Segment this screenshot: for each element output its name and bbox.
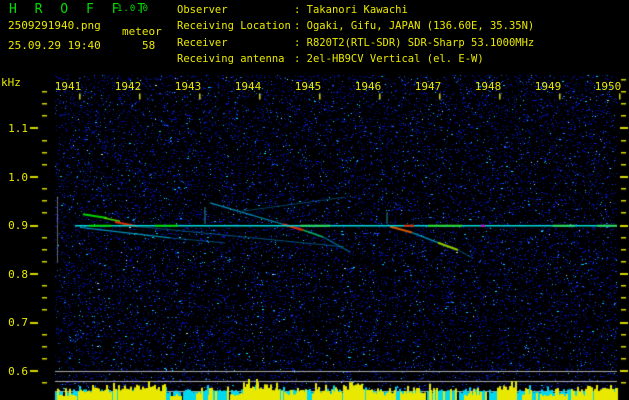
khz-unit-label: kHz <box>1 76 21 89</box>
echo-count: 58 <box>142 39 156 52</box>
time-axis-label: 1941 <box>54 80 82 93</box>
time-axis-label: 1945 <box>294 80 322 93</box>
freq-axis-label: 1.1 <box>8 122 28 135</box>
output-filename: 2509291940.png <box>8 19 101 32</box>
info-separator: : <box>294 20 307 33</box>
freq-axis-label: 0.7 <box>8 316 28 329</box>
mode-label: meteor <box>122 25 162 38</box>
time-axis-label: 1947 <box>414 80 442 93</box>
time-axis-label: 1949 <box>534 80 562 93</box>
info-label: Receiving Location <box>177 20 291 33</box>
info-separator: : <box>294 36 307 49</box>
hrofft-window: H R O F F T 1.0.0 2509291940.png meteor … <box>0 0 629 400</box>
info-label: Observer <box>177 4 228 16</box>
time-axis-label: 1944 <box>234 80 262 93</box>
time-axis-label: 1943 <box>174 80 202 93</box>
info-row: Receiver: R820T2(RTL-SDR) SDR-Sharp 53.1… <box>177 35 534 51</box>
info-value: 2el-HB9CV Vertical (el. E-W) <box>306 53 484 66</box>
time-axis-label: 1948 <box>474 80 502 93</box>
info-row: Receiving antenna: 2el-HB9CV Vertical (e… <box>177 51 534 67</box>
time-axis-label: 1942 <box>114 80 142 93</box>
freq-axis-label: 0.9 <box>8 219 28 232</box>
app-version: 1.0.0 <box>117 4 150 14</box>
time-axis-label: 1946 <box>354 80 382 93</box>
info-separator: : <box>294 53 307 66</box>
info-value: Takanori Kawachi <box>306 4 408 16</box>
station-info-block: Observer: Takanori Kawachi Receiving Loca… <box>177 2 534 68</box>
observation-datetime: 25.09.29 19:40 <box>8 39 101 52</box>
freq-axis-label: 0.8 <box>8 267 28 281</box>
info-row: Receiving Location: Ogaki, Gifu, JAPAN (… <box>177 18 534 34</box>
freq-axis-label: 0.6 <box>8 364 28 378</box>
info-value: R820T2(RTL-SDR) SDR-Sharp 53.1000MHz <box>306 36 535 49</box>
info-separator: : <box>294 4 307 16</box>
info-row: Observer: Takanori Kawachi <box>177 2 534 18</box>
info-label: Receiver <box>177 36 228 49</box>
info-value: Ogaki, Gifu, JAPAN (136.60E, 35.35N) <box>306 20 535 33</box>
time-axis-label: 1950 <box>594 80 622 93</box>
freq-axis-label: 1.0 <box>8 170 28 184</box>
info-label: Receiving antenna <box>177 53 285 66</box>
